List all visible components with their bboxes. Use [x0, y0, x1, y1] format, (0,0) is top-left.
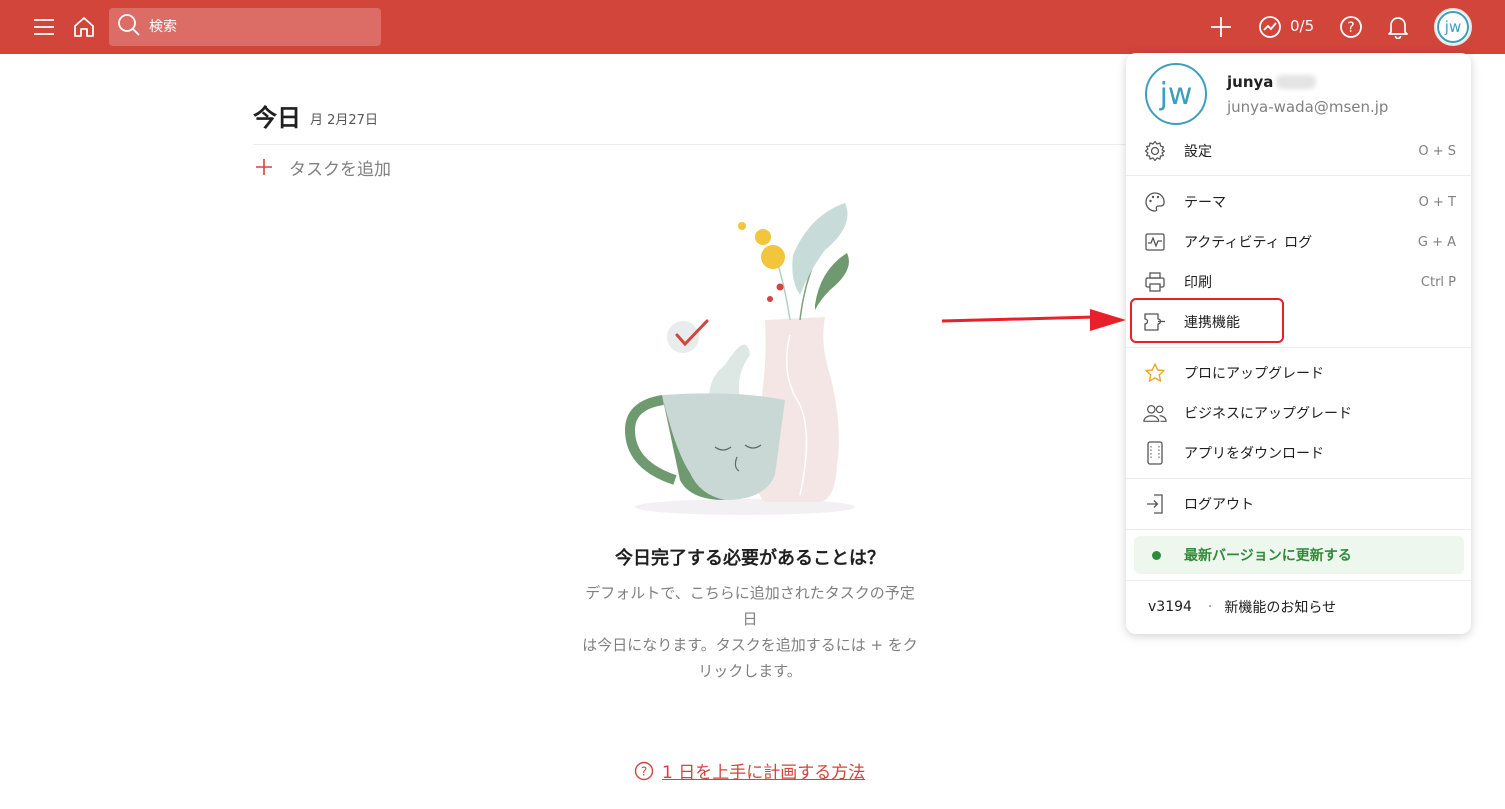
- menu-item-shortcut: O + S: [1418, 143, 1456, 159]
- menu-item-label: アプリをダウンロード: [1184, 446, 1324, 462]
- menu-item-activity-log[interactable]: アクティビティ ログ G + A: [1126, 223, 1471, 261]
- annotation-arrow: [941, 309, 1126, 331]
- user-menu: jw junya junya-wada@msen.jp 設定 O + S テーマ…: [1126, 53, 1471, 634]
- search-box[interactable]: [109, 8, 381, 46]
- help-icon: ?: [634, 761, 654, 781]
- page-title: 今日: [253, 104, 301, 132]
- empty-state-desc-line: デフォルトで、こちらに追加されたタスクの予定日: [585, 584, 915, 628]
- menu-item-shortcut: G + A: [1417, 234, 1456, 250]
- home-icon[interactable]: [69, 12, 99, 42]
- search-icon: [117, 13, 141, 41]
- star-icon: [1143, 361, 1167, 385]
- menu-item-download-apps[interactable]: アプリをダウンロード: [1126, 434, 1471, 472]
- avatar-initials: jw: [1437, 11, 1469, 43]
- help-link-text[interactable]: 1 日を上手に計画する方法: [662, 758, 865, 783]
- logout-icon: [1143, 492, 1167, 516]
- menu-divider: [1126, 529, 1471, 530]
- karma-count[interactable]: 0/5: [1290, 17, 1314, 35]
- menu-divider: [1126, 478, 1471, 479]
- version-number: v3194: [1148, 599, 1192, 615]
- menu-divider: [1126, 347, 1471, 348]
- empty-state-illustration: [624, 203, 855, 515]
- update-version-button[interactable]: 最新バージョンに更新する: [1134, 536, 1464, 574]
- svg-text:?: ?: [1347, 20, 1354, 36]
- menu-item-label: ビジネスにアップグレード: [1184, 406, 1352, 422]
- menu-item-shortcut: O + T: [1418, 194, 1456, 210]
- empty-state-desc-line: リックします。: [698, 662, 802, 680]
- plus-icon: [253, 156, 275, 178]
- add-task-button[interactable]: タスクを追加: [253, 155, 391, 180]
- karma-icon[interactable]: [1255, 12, 1285, 42]
- add-task-label: タスクを追加: [289, 159, 391, 180]
- plus-icon[interactable]: [1206, 12, 1236, 42]
- svg-text:?: ?: [641, 764, 647, 778]
- empty-state-desc-line: は今日になります。タスクを追加するには + をク: [582, 636, 918, 654]
- menu-item-label: テーマ: [1184, 195, 1226, 211]
- menu-item-label: アクティビティ ログ: [1184, 235, 1313, 251]
- menu-divider: [1126, 580, 1471, 581]
- printer-icon: [1143, 270, 1167, 294]
- plan-day-help-link[interactable]: ? 1 日を上手に計画する方法: [634, 758, 865, 783]
- menu-divider: [1126, 175, 1471, 176]
- update-label: 最新バージョンに更新する: [1184, 548, 1352, 564]
- help-icon[interactable]: ?: [1336, 12, 1366, 42]
- activity-icon: [1143, 230, 1167, 254]
- menu-item-theme[interactable]: テーマ O + T: [1126, 183, 1471, 221]
- version-info: v3194 · 新機能のお知らせ: [1148, 597, 1336, 617]
- menu-item-label: プロにアップグレード: [1184, 366, 1324, 382]
- user-email: junya-wada@msen.jp: [1227, 98, 1389, 116]
- empty-state-description: デフォルトで、こちらに追加されたタスクの予定日 は今日になります。タスクを追加す…: [580, 580, 920, 684]
- menu-item-label: 印刷: [1184, 275, 1212, 291]
- device-icon: [1143, 441, 1167, 465]
- divider: [253, 144, 1133, 145]
- bell-icon[interactable]: [1383, 12, 1413, 42]
- menu-item-upgrade-business[interactable]: ビジネスにアップグレード: [1126, 394, 1471, 432]
- redacted-surname: [1276, 75, 1316, 89]
- user-name: junya: [1227, 73, 1274, 91]
- menu-icon[interactable]: [29, 12, 59, 42]
- version-separator: ·: [1207, 599, 1213, 615]
- search-input[interactable]: [149, 19, 369, 35]
- gear-icon: [1143, 139, 1167, 163]
- menu-item-logout[interactable]: ログアウト: [1126, 485, 1471, 523]
- page-date: 月 2月27日: [310, 113, 378, 128]
- top-bar: 0/5 ? jw: [0, 0, 1505, 54]
- palette-icon: [1143, 190, 1167, 214]
- status-dot: [1152, 551, 1161, 560]
- menu-header[interactable]: jw junya junya-wada@msen.jp: [1126, 53, 1471, 133]
- menu-item-shortcut: Ctrl P: [1420, 274, 1456, 290]
- menu-item-upgrade-pro[interactable]: プロにアップグレード: [1126, 354, 1471, 392]
- users-icon: [1143, 401, 1167, 425]
- whats-new-link[interactable]: 新機能のお知らせ: [1224, 597, 1336, 617]
- menu-item-print[interactable]: 印刷 Ctrl P: [1126, 263, 1471, 301]
- menu-item-label: 設定: [1184, 144, 1212, 160]
- menu-avatar: jw: [1145, 63, 1207, 125]
- annotation-highlight: [1130, 298, 1284, 343]
- empty-state-title: 今日完了する必要があることは？: [615, 548, 885, 569]
- avatar[interactable]: jw: [1434, 8, 1472, 46]
- menu-item-settings[interactable]: 設定 O + S: [1126, 132, 1471, 170]
- menu-item-label: ログアウト: [1184, 497, 1254, 513]
